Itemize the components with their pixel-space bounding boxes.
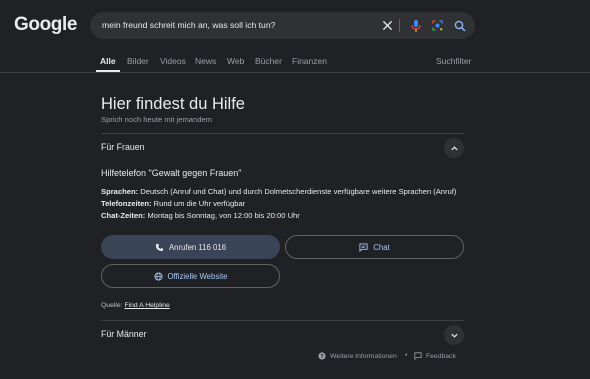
feedback-label: Feedback <box>426 352 456 360</box>
languages-line: Sprachen: Deutsch (Anruf und Chat) und d… <box>101 187 456 196</box>
tab-alle[interactable]: Alle <box>100 56 116 66</box>
languages-key: Sprachen: <box>101 187 139 196</box>
tab-buecher[interactable]: Bücher <box>255 56 282 66</box>
phone-hours-value: Rund um die Uhr verfügbar <box>151 199 246 208</box>
chat-hours-key: Chat-Zeiten: <box>101 211 146 220</box>
microphone-icon[interactable] <box>408 18 423 33</box>
panel-subtitle: Sprich noch heute mit jemandem <box>101 115 213 124</box>
phone-hours-key: Telefonzeiten: <box>101 199 152 208</box>
divider <box>101 133 464 134</box>
globe-icon <box>153 271 163 281</box>
expand-button[interactable] <box>444 325 464 345</box>
search-input[interactable] <box>102 12 372 39</box>
tab-videos[interactable]: Videos <box>160 56 186 66</box>
help-icon: ? <box>318 352 326 360</box>
section-women-label[interactable]: Für Frauen <box>101 142 145 152</box>
website-button[interactable]: Offizielle Website <box>101 264 280 288</box>
collapse-button[interactable] <box>444 138 464 158</box>
tab-web[interactable]: Web <box>227 56 244 66</box>
section-men-label[interactable]: Für Männer <box>101 329 146 339</box>
search-divider <box>399 19 400 32</box>
chat-hours-line: Chat-Zeiten: Montag bis Sonntag, von 12:… <box>101 211 300 220</box>
divider <box>101 320 464 321</box>
search-filter-button[interactable]: Suchfilter <box>436 56 471 66</box>
call-button[interactable]: Anrufen 116 016 <box>101 235 280 259</box>
chat-button[interactable]: Chat <box>285 235 464 259</box>
chevron-up-icon <box>450 145 458 150</box>
google-logo[interactable]: Google <box>14 14 77 36</box>
svg-text:?: ? <box>320 354 324 360</box>
source-line: Quelle: Find A Helpline <box>101 302 170 309</box>
close-icon[interactable] <box>380 18 395 33</box>
top-bar: Google <box>0 0 590 52</box>
source-label: Quelle: <box>101 302 123 309</box>
phone-hours-line: Telefonzeiten: Rund um die Uhr verfügbar <box>101 199 245 208</box>
languages-value: Deutsch (Anruf und Chat) und durch Dolme… <box>138 187 457 196</box>
tab-bilder[interactable]: Bilder <box>127 56 149 66</box>
search-tabs: Alle Bilder Videos News Web Bücher Finan… <box>0 52 590 72</box>
search-box[interactable] <box>90 12 475 39</box>
more-info-label: Weitere Informationen <box>330 352 397 360</box>
search-icon[interactable] <box>452 18 467 33</box>
lens-icon[interactable] <box>430 18 445 33</box>
hotline-title: Hilfetelefon "Gewalt gegen Frauen" <box>101 168 242 178</box>
tabs-divider <box>0 72 590 73</box>
website-button-label: Offizielle Website <box>167 271 228 281</box>
tab-finanzen[interactable]: Finanzen <box>292 56 327 66</box>
chat-button-label: Chat <box>373 242 390 252</box>
feedback-link[interactable]: Feedback <box>414 352 456 360</box>
footer-separator: • <box>405 352 408 359</box>
chat-hours-value: Montag bis Sonntag, von 12:00 bis 20:00 … <box>145 211 300 220</box>
chevron-down-icon <box>450 333 458 338</box>
source-link[interactable]: Find A Helpline <box>124 302 169 309</box>
tab-news[interactable]: News <box>195 56 216 66</box>
phone-icon <box>155 243 164 251</box>
panel-title: Hier findest du Hilfe <box>101 95 245 113</box>
more-info-link[interactable]: ? Weitere Informationen <box>318 352 397 360</box>
call-button-label: Anrufen 116 016 <box>168 242 227 252</box>
chat-icon <box>359 242 368 252</box>
feedback-icon <box>414 352 422 360</box>
